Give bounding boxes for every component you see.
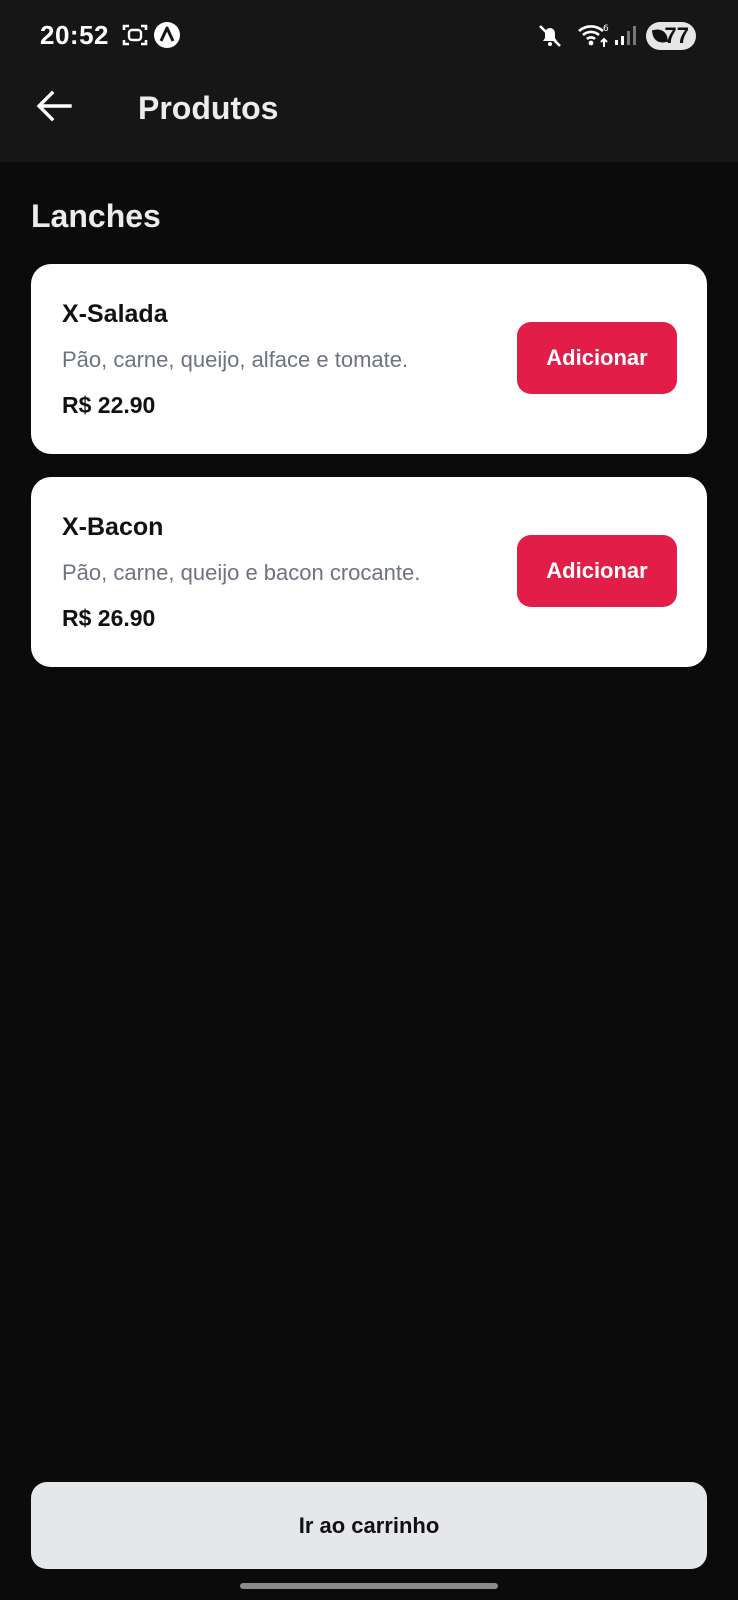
signal-icon [615, 26, 636, 45]
go-to-cart-button[interactable]: Ir ao carrinho [31, 1482, 707, 1569]
product-name: X-Bacon [62, 513, 164, 541]
arrow-left-icon [36, 90, 72, 122]
section-title: Lanches [31, 198, 161, 234]
product-description: Pão, carne, queijo e bacon crocante. [62, 560, 421, 585]
battery-icon: 77 [646, 22, 696, 50]
battery-level: 77 [664, 23, 689, 48]
svg-text:6: 6 [603, 24, 609, 34]
app-bar: Produtos [0, 72, 738, 162]
products-screen: 20:52 6 77 Produtos Lanches X-Salada Pão… [0, 0, 738, 1600]
back-button[interactable] [28, 80, 80, 132]
product-description: Pão, carne, queijo, alface e tomate. [62, 347, 409, 372]
screen-record-icon [122, 24, 148, 46]
home-indicator[interactable] [240, 1583, 498, 1589]
add-to-cart-button[interactable]: Adicionar [517, 322, 677, 394]
product-price: R$ 22.90 [62, 392, 156, 418]
page-title: Produtos [138, 90, 279, 126]
product-card: X-Salada Pão, carne, queijo, alface e to… [31, 264, 707, 454]
product-price: R$ 26.90 [62, 605, 156, 631]
status-bar: 20:52 6 77 [0, 0, 738, 72]
product-name: X-Salada [62, 300, 168, 328]
product-card: X-Bacon Pão, carne, queijo e bacon croca… [31, 477, 707, 667]
app-notification-icon [154, 22, 180, 48]
wifi-icon: 6 [578, 24, 609, 47]
status-time: 20:52 [40, 20, 109, 50]
mute-icon [539, 25, 561, 47]
add-to-cart-button[interactable]: Adicionar [517, 535, 677, 607]
